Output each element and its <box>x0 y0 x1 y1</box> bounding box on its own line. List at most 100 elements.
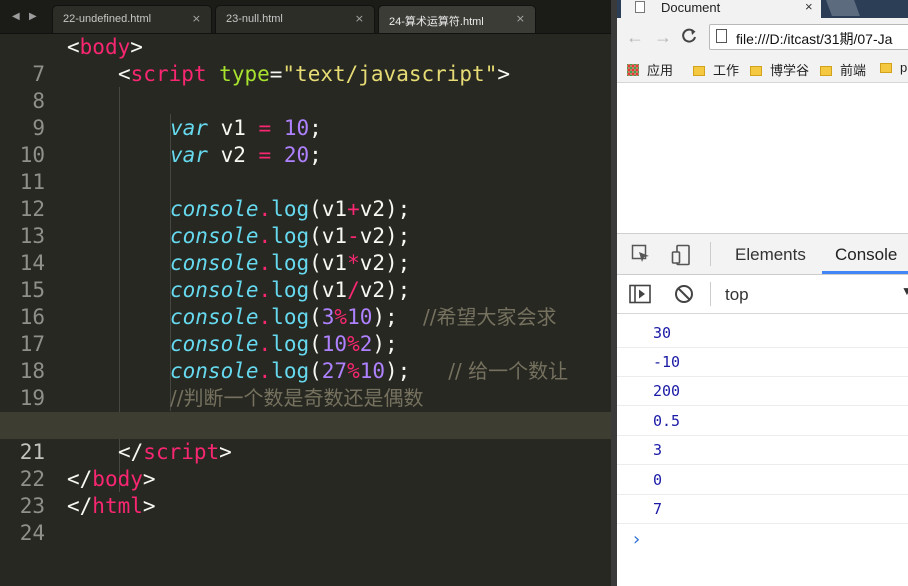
tab-scroll-left-icon[interactable]: ◀ <box>12 10 20 24</box>
operand: v2 <box>359 224 386 248</box>
editor-tab-label: 24-算术运算符.html <box>389 16 484 28</box>
number-literal: 10 <box>347 305 373 329</box>
page-info-icon[interactable] <box>716 29 727 43</box>
close-icon[interactable]: × <box>805 0 813 14</box>
tag-bracket: > <box>130 35 143 59</box>
console-value: 0 <box>653 471 663 489</box>
tag-name: script <box>143 440 220 464</box>
code-line: 16 console.log(v1/v2); <box>0 277 611 329</box>
close-icon[interactable]: × <box>516 12 525 25</box>
paren: ); <box>372 305 398 329</box>
tag-bracket: > <box>497 62 510 86</box>
console-message: 7 <box>617 495 908 524</box>
equals-sign: = <box>269 62 283 86</box>
code-line: 19 console.log(27%10); // 给一个数让 <box>0 358 611 410</box>
console-object: console <box>170 305 259 329</box>
browser-tab[interactable]: Document × <box>621 0 821 18</box>
operand: v2 <box>359 251 386 275</box>
paren: ); <box>372 332 398 356</box>
paren: ( <box>309 251 322 275</box>
console-message: 0.5 <box>617 407 908 436</box>
chevron-down-icon[interactable]: ▼ <box>901 284 908 298</box>
apps-grid-icon <box>627 64 639 76</box>
reload-icon[interactable] <box>680 27 698 49</box>
code-line: 20 //判断一个数是奇数还是偶数 <box>0 385 611 437</box>
tag-bracket: < <box>67 35 80 59</box>
console-prompt-icon[interactable]: › <box>631 529 642 550</box>
console-object: console <box>170 278 259 302</box>
folder-icon <box>820 66 832 76</box>
tab-console[interactable]: Console <box>835 245 897 265</box>
bookmark-folder-work[interactable]: 工作 <box>693 60 739 78</box>
tag-bracket: > <box>142 467 156 491</box>
operand: v1 <box>321 251 348 275</box>
console-object: console <box>170 224 259 248</box>
address-text: file:///D:/itcast/31期/07-Ja <box>736 31 893 47</box>
folder-icon <box>693 66 705 76</box>
bookmark-apps[interactable]: 应用 <box>627 60 673 78</box>
code-line: 23 </body> <box>0 466 611 518</box>
code-line: 11 var v2 = 20; <box>0 142 611 194</box>
paren: ( <box>309 278 322 302</box>
inspect-element-icon[interactable] <box>631 244 651 264</box>
address-bar[interactable]: file:///D:/itcast/31期/07-Ja <box>709 24 908 50</box>
console-toolbar: top ▼ <box>617 275 908 314</box>
operator: % <box>347 332 360 356</box>
tag-name: body <box>79 35 131 59</box>
console-value: 0.5 <box>653 412 681 430</box>
tab-scroll-right-icon[interactable]: ▶ <box>29 10 37 24</box>
context-selector[interactable]: top <box>725 285 749 305</box>
editor-tab-label: 22-undefined.html <box>63 13 152 25</box>
toolbar-divider <box>710 282 711 306</box>
bookmark-label: 博学谷 <box>770 63 810 78</box>
document-icon <box>635 1 645 13</box>
operator: - <box>347 224 360 248</box>
back-arrow-icon[interactable]: ← <box>626 27 644 47</box>
tag-name: html <box>92 494 143 518</box>
console-message: 30 <box>617 319 908 348</box>
paren: ( <box>309 197 322 221</box>
tab-elements[interactable]: Elements <box>735 245 806 265</box>
console-message: 200 <box>617 377 908 406</box>
function-name: log <box>271 278 310 302</box>
tag-name: script <box>130 62 207 86</box>
code-editor: ◀ ▶ 22-undefined.html × 23-null.html × 2… <box>0 0 611 586</box>
page-viewport[interactable] <box>617 83 908 233</box>
tag-bracket: > <box>219 440 232 464</box>
console-value: -10 <box>653 353 681 371</box>
bookmark-folder-frontend[interactable]: 前端 <box>820 60 866 78</box>
code-comment: // 给一个数让 <box>448 359 569 383</box>
dot: . <box>258 359 272 383</box>
clear-console-icon[interactable] <box>674 284 694 304</box>
close-icon[interactable]: × <box>355 12 364 25</box>
tag-bracket: </ <box>67 467 93 491</box>
operator: * <box>347 251 360 275</box>
browser-tab-strip: Document × <box>617 0 908 18</box>
bookmark-folder-p[interactable]: p <box>880 60 907 78</box>
bookmark-folder-boxuegu[interactable]: 博学谷 <box>750 60 809 78</box>
code-line: 22 </script> <box>0 439 611 491</box>
code-line: 13 console.log(v1+v2); <box>0 196 611 248</box>
editor-tab-22-undefined[interactable]: 22-undefined.html × <box>52 5 212 33</box>
operator: + <box>347 197 360 221</box>
editor-tab-23-null[interactable]: 23-null.html × <box>215 5 375 33</box>
operator: = <box>258 116 272 140</box>
attribute-value: "text/javascript" <box>282 62 498 86</box>
editor-tab-label: 23-null.html <box>226 13 283 25</box>
editor-tab-24-arithmetic[interactable]: 24-算术运算符.html × <box>378 5 536 33</box>
device-toolbar-icon[interactable] <box>671 244 691 266</box>
show-sidebar-icon[interactable] <box>629 284 651 304</box>
new-tab-button[interactable] <box>826 0 860 16</box>
console-object: console <box>170 332 259 356</box>
screen: ◀ ▶ 22-undefined.html × 23-null.html × 2… <box>0 0 908 586</box>
number-literal: 10 <box>321 332 348 356</box>
tag-bracket: > <box>142 494 156 518</box>
operator: % <box>347 359 360 383</box>
forward-arrow-icon[interactable]: → <box>654 27 672 47</box>
code-area[interactable]: 7 <body> 8 <script type="text/javascript… <box>0 33 611 586</box>
console-message: 3 <box>617 436 908 465</box>
close-icon[interactable]: × <box>192 12 201 25</box>
number-literal: 20 <box>283 143 310 167</box>
tag-name: body <box>92 467 143 491</box>
code-line-current: 21 <box>0 412 611 464</box>
